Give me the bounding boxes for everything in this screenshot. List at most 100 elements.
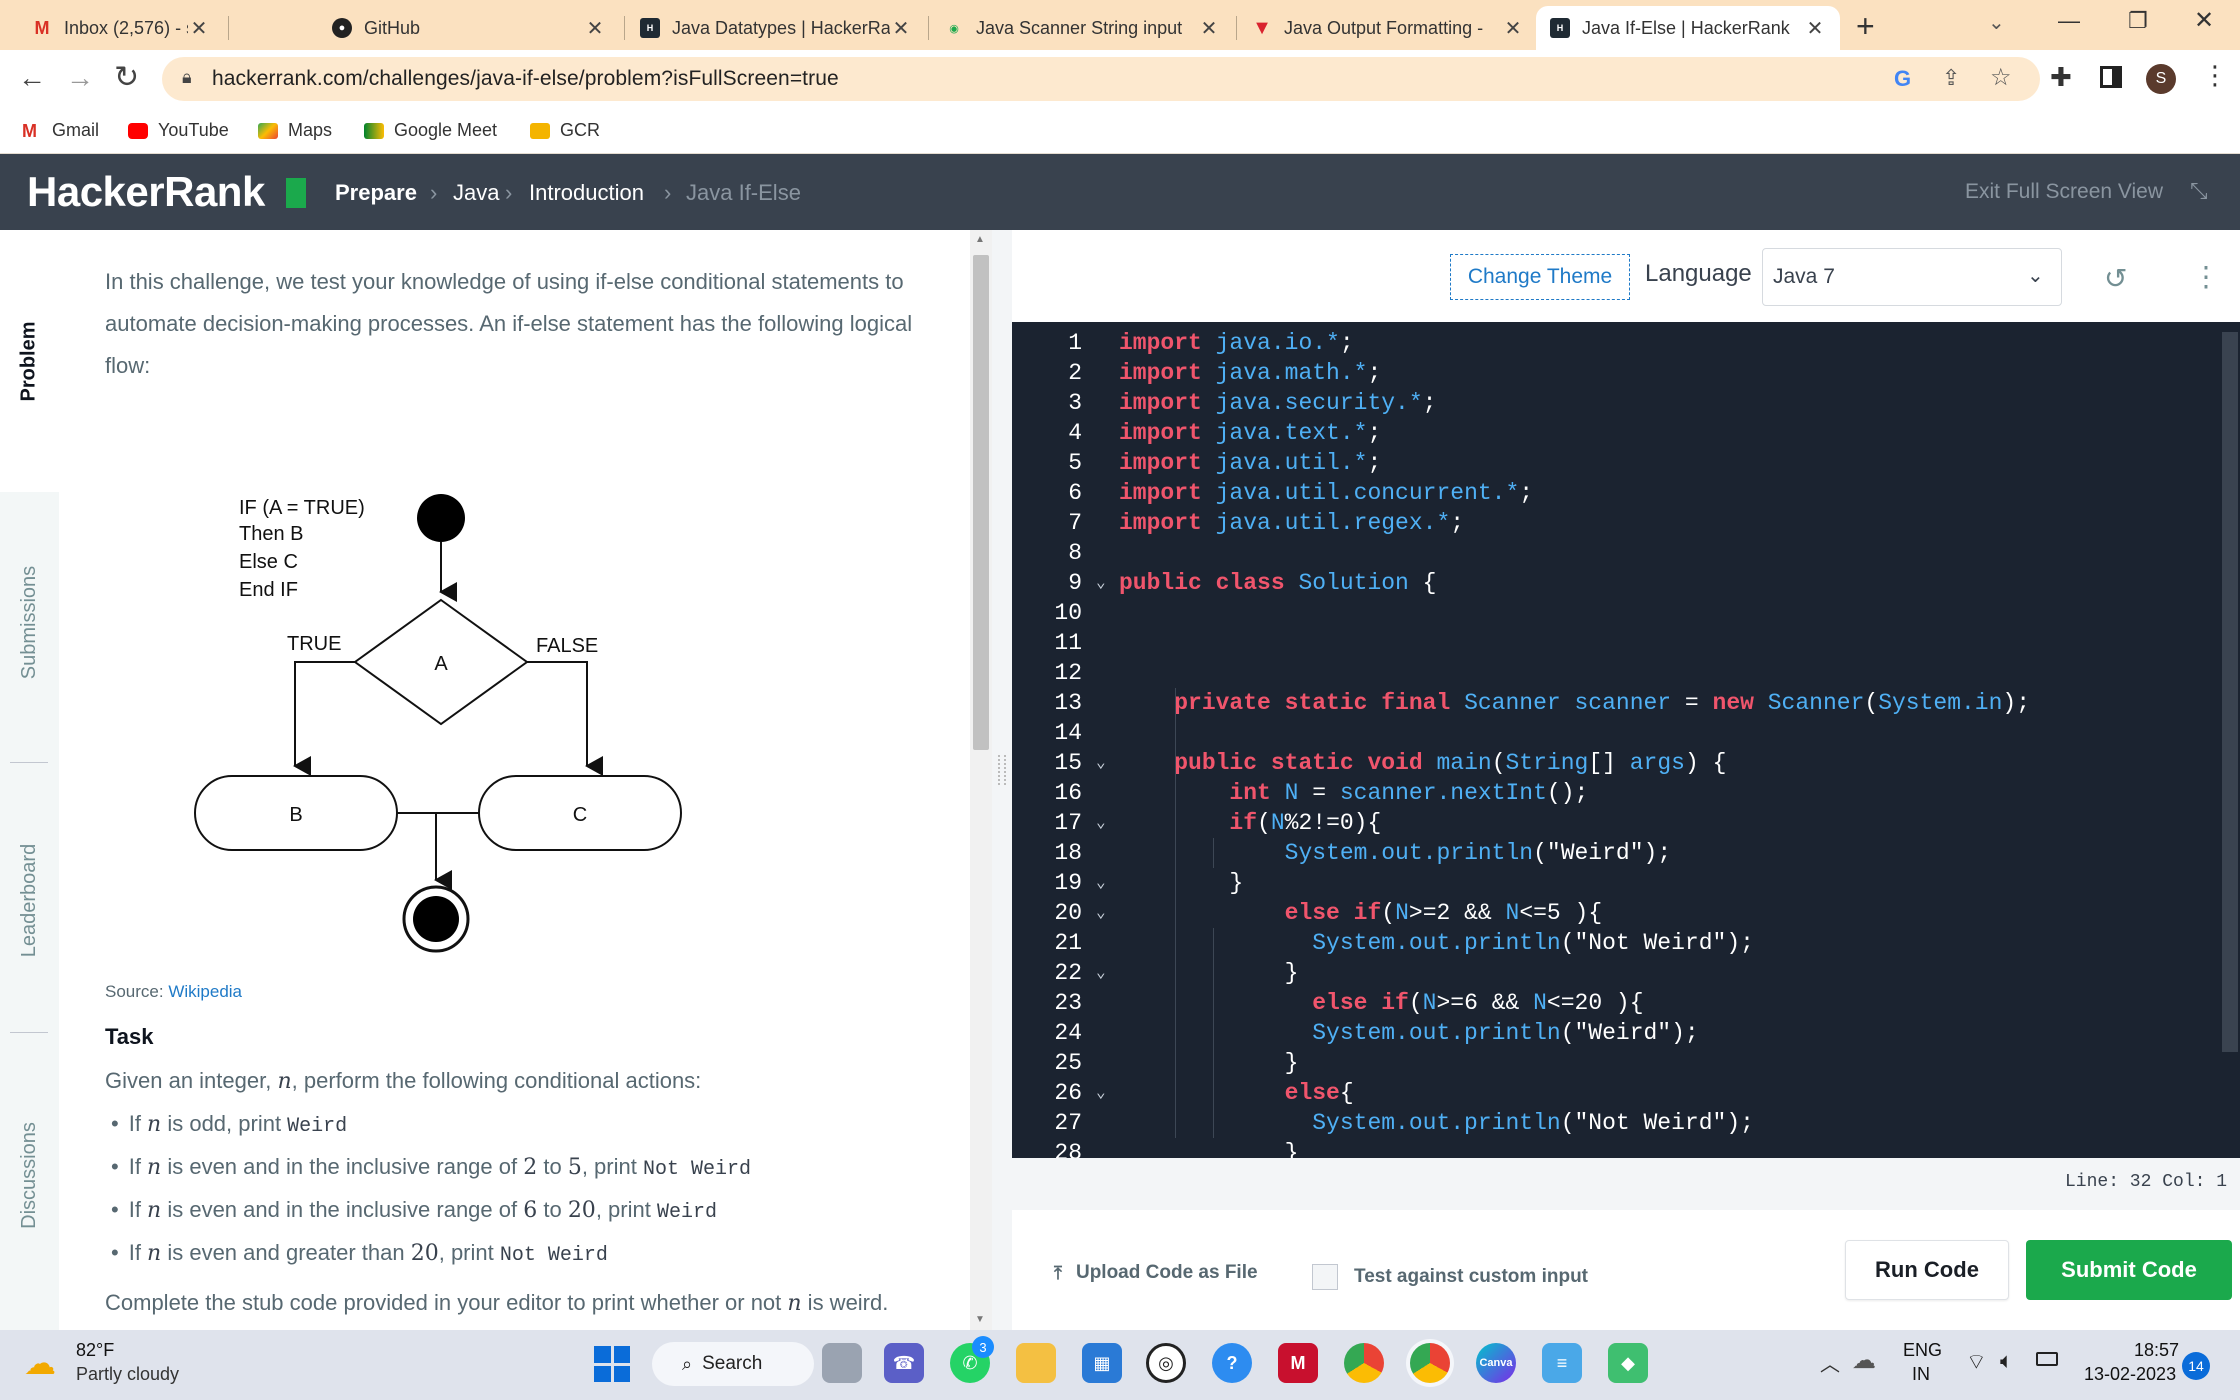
chrome-active-icon[interactable] <box>1410 1343 1450 1383</box>
task-view-icon[interactable] <box>822 1343 862 1383</box>
scroll-up-icon[interactable]: ▲ <box>975 234 985 245</box>
fold-chevron-icon[interactable]: ⌄ <box>1096 898 1106 928</box>
submit-code-button[interactable]: Submit Code <box>2026 1240 2232 1300</box>
code-line[interactable]: 20 ⌄ else if(N>=2 && N<=5 ){ <box>1012 898 2220 928</box>
help-icon[interactable]: ? <box>1212 1343 1252 1383</box>
notepad-icon[interactable]: ≡ <box>1542 1343 1582 1383</box>
tab-java-output[interactable]: ▼ Java Output Formatting - ✕ <box>1238 6 1538 50</box>
hackerrank-logo[interactable]: HackerRank <box>27 168 265 216</box>
code-line[interactable]: 16 int N = scanner.nextInt(); <box>1012 778 2220 808</box>
more-options-icon[interactable]: ⋮ <box>2192 260 2220 293</box>
git-icon[interactable]: ◆ <box>1608 1343 1648 1383</box>
code-line[interactable]: 8 <box>1012 538 2220 568</box>
weather-text[interactable]: Partly cloudy <box>76 1364 179 1385</box>
side-tab-submissions[interactable]: Submissions <box>0 492 59 752</box>
side-tab-problem[interactable]: Problem <box>0 230 59 492</box>
editor-scrollbar[interactable] <box>2220 322 2240 1158</box>
side-tab-leaderboard[interactable]: Leaderboard <box>0 770 59 1030</box>
code-line[interactable]: 11 <box>1012 628 2220 658</box>
code-line[interactable]: 23 else if(N>=6 && N<=20 ){ <box>1012 988 2220 1018</box>
address-bar[interactable]: 🔒︎ hackerrank.com/challenges/java-if-els… <box>162 57 2040 101</box>
wikipedia-link[interactable]: Wikipedia <box>168 982 242 1001</box>
code-line[interactable]: 27 System.out.println("Not Weird"); <box>1012 1108 2220 1138</box>
file-explorer-icon[interactable] <box>1016 1343 1056 1383</box>
fold-chevron-icon[interactable]: ⌄ <box>1096 568 1106 598</box>
history-icon[interactable]: ↺ <box>2104 262 2127 295</box>
close-icon[interactable]: ✕ <box>584 16 606 41</box>
breadcrumb-java[interactable]: Java <box>453 180 499 206</box>
code-line[interactable]: 13 private static final Scanner scanner … <box>1012 688 2220 718</box>
back-icon[interactable]: ← <box>18 62 46 94</box>
fold-chevron-icon[interactable]: ⌄ <box>1096 958 1106 988</box>
code-line[interactable]: 2 import java.math.*; <box>1012 358 2220 388</box>
minimize-icon[interactable]: — <box>2058 8 2080 34</box>
problem-scrollbar[interactable]: ▲ ▼ <box>970 230 992 1330</box>
code-line[interactable]: 26 ⌄ else{ <box>1012 1078 2220 1108</box>
app-icon[interactable]: ◎ <box>1146 1343 1186 1383</box>
menu-icon[interactable]: ⋮ <box>2202 60 2228 91</box>
bookmark-maps[interactable]: Maps <box>258 120 332 141</box>
code-line[interactable]: 19 ⌄ } <box>1012 868 2220 898</box>
chevron-down-icon[interactable]: ⌄ <box>1988 10 2005 35</box>
teams-icon[interactable]: ☎ <box>884 1343 924 1383</box>
close-icon[interactable]: ✕ <box>1804 16 1826 41</box>
fold-chevron-icon[interactable]: ⌄ <box>1096 868 1106 898</box>
scroll-thumb[interactable] <box>2222 332 2238 1052</box>
code-line[interactable]: 14 <box>1012 718 2220 748</box>
code-line[interactable]: 15 ⌄ public static void main(String[] arg… <box>1012 748 2220 778</box>
taskbar-search[interactable]: ⌕ Search <box>652 1342 814 1386</box>
profile-avatar[interactable]: S <box>2146 64 2176 94</box>
custom-input-checkbox[interactable] <box>1312 1264 1338 1290</box>
breadcrumb-introduction[interactable]: Introduction <box>529 180 644 206</box>
tab-java-datatypes[interactable]: H Java Datatypes | HackerRa ✕ <box>626 6 926 50</box>
input-language[interactable]: ENG <box>1903 1340 1942 1361</box>
input-region[interactable]: IN <box>1912 1364 1930 1385</box>
breadcrumb-prepare[interactable]: Prepare <box>335 180 417 206</box>
clock-date[interactable]: 13-02-2023 <box>2084 1364 2176 1385</box>
new-tab-button[interactable]: + <box>1856 8 1875 45</box>
side-tab-discussions[interactable]: Discussions <box>0 1040 59 1310</box>
code-line[interactable]: 6 import java.util.concurrent.*; <box>1012 478 2220 508</box>
code-line[interactable]: 10 <box>1012 598 2220 628</box>
code-line[interactable]: 12 <box>1012 658 2220 688</box>
code-line[interactable]: 24 System.out.println("Weird"); <box>1012 1018 2220 1048</box>
code-line[interactable]: 21 System.out.println("Not Weird"); <box>1012 928 2220 958</box>
code-line[interactable]: 9 ⌄ public class Solution { <box>1012 568 2220 598</box>
exit-fullscreen-link[interactable]: Exit Full Screen View <box>1965 180 2163 204</box>
bookmark-gmail[interactable]: M Gmail <box>22 120 99 141</box>
share-icon[interactable]: ⇪ <box>1942 65 1960 91</box>
temperature[interactable]: 82°F <box>76 1340 114 1361</box>
mcafee-icon[interactable]: M <box>1278 1343 1318 1383</box>
code-line[interactable]: 18 System.out.println("Weird"); <box>1012 838 2220 868</box>
run-code-button[interactable]: Run Code <box>1845 1240 2009 1300</box>
code-editor[interactable]: 1 import java.io.*; 2 import java.math.*; 3 i… <box>1012 322 2220 1158</box>
canva-icon[interactable]: Canva <box>1476 1343 1516 1383</box>
code-line[interactable]: 3 import java.security.*; <box>1012 388 2220 418</box>
tab-github[interactable]: ● GitHub ✕ <box>318 6 620 50</box>
close-icon[interactable]: ✕ <box>1502 16 1524 41</box>
code-line[interactable]: 22 ⌄ } <box>1012 958 2220 988</box>
weather-icon[interactable]: ☁ <box>24 1344 56 1382</box>
forward-icon[interactable]: → <box>66 62 94 94</box>
code-line[interactable]: 1 import java.io.*; <box>1012 328 2220 358</box>
fold-chevron-icon[interactable]: ⌄ <box>1096 748 1106 778</box>
code-line[interactable]: 17 ⌄ if(N%2!=0){ <box>1012 808 2220 838</box>
chrome-icon[interactable] <box>1344 1343 1384 1383</box>
start-icon[interactable] <box>594 1346 630 1382</box>
battery-icon[interactable] <box>2036 1352 2058 1366</box>
pane-resize-handle[interactable] <box>992 230 1012 1330</box>
code-line[interactable]: 25 } <box>1012 1048 2220 1078</box>
notification-count[interactable]: 14 <box>2182 1352 2210 1380</box>
language-select[interactable]: Java 7 ⌄ <box>1762 248 2062 306</box>
code-line[interactable]: 5 import java.util.*; <box>1012 448 2220 478</box>
tab-gmail[interactable]: M Inbox (2,576) - santhosh.r ✕ <box>18 6 224 50</box>
side-panel-icon[interactable] <box>2100 66 2122 88</box>
bookmark-google-meet[interactable]: Google Meet <box>364 120 497 141</box>
upload-code-button[interactable]: ⤒ Upload Code as File <box>1054 1262 1258 1284</box>
bookmark-youtube[interactable]: YouTube <box>128 120 229 141</box>
extensions-icon[interactable]: ✚ <box>2050 62 2072 93</box>
fold-chevron-icon[interactable]: ⌄ <box>1096 808 1106 838</box>
onedrive-icon[interactable]: ☁ <box>1852 1346 1876 1375</box>
code-line[interactable]: 7 import java.util.regex.*; <box>1012 508 2220 538</box>
google-icon[interactable]: G <box>1894 66 1911 92</box>
